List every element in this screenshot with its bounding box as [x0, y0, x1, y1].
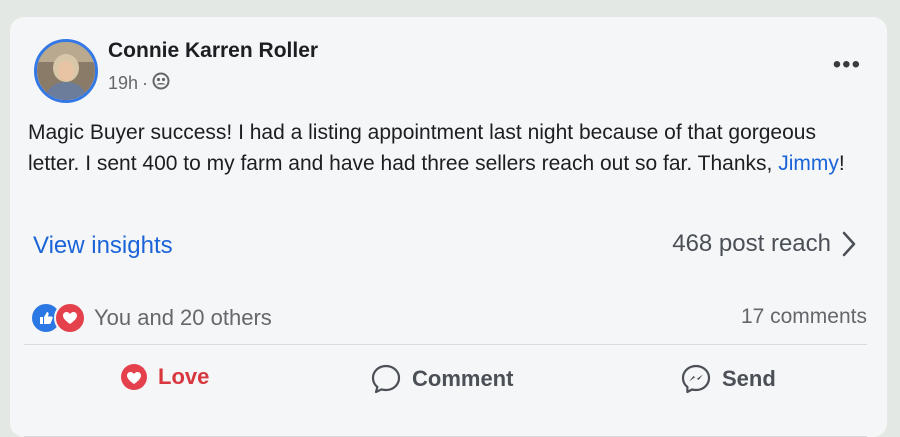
- send-button[interactable]: Send: [680, 363, 776, 395]
- post-text: Magic Buyer success! I had a listing app…: [28, 117, 858, 179]
- avatar[interactable]: [34, 39, 98, 103]
- love-icon: [54, 302, 86, 334]
- post-body-end: !: [838, 152, 845, 175]
- comments-count[interactable]: 17 comments: [741, 305, 867, 329]
- mention-link[interactable]: Jimmy: [778, 152, 839, 175]
- love-label: Love: [158, 364, 210, 389]
- post-reach[interactable]: 468 post reach: [672, 230, 857, 258]
- view-insights-link[interactable]: View insights: [33, 232, 173, 260]
- post-time[interactable]: 19h: [108, 73, 138, 94]
- comment-icon: [371, 364, 401, 394]
- comment-button[interactable]: Comment: [370, 363, 513, 395]
- comment-label: Comment: [412, 366, 514, 391]
- post-body: Magic Buyer success! I had a listing app…: [28, 121, 816, 175]
- post-meta: 19h ·: [108, 72, 170, 95]
- more-options-icon[interactable]: •••: [833, 53, 861, 77]
- love-reaction-icon: [121, 364, 147, 390]
- friends-icon[interactable]: [152, 72, 170, 95]
- meta-separator: ·: [142, 73, 149, 93]
- chevron-right-icon: [842, 231, 856, 257]
- reactions-summary[interactable]: You and 20 others: [30, 302, 272, 334]
- reactions-text: You and 20 others: [94, 305, 272, 330]
- love-button[interactable]: Love: [120, 363, 209, 391]
- profile-photo: [37, 42, 95, 100]
- author-name[interactable]: Connie Karren Roller: [108, 39, 318, 63]
- messenger-icon: [681, 364, 711, 394]
- post-reach-label: 468 post reach: [672, 230, 831, 257]
- divider: [24, 344, 867, 345]
- send-label: Send: [722, 366, 776, 391]
- post-card: Connie Karren Roller 19h · ••• Magic Buy…: [10, 17, 887, 437]
